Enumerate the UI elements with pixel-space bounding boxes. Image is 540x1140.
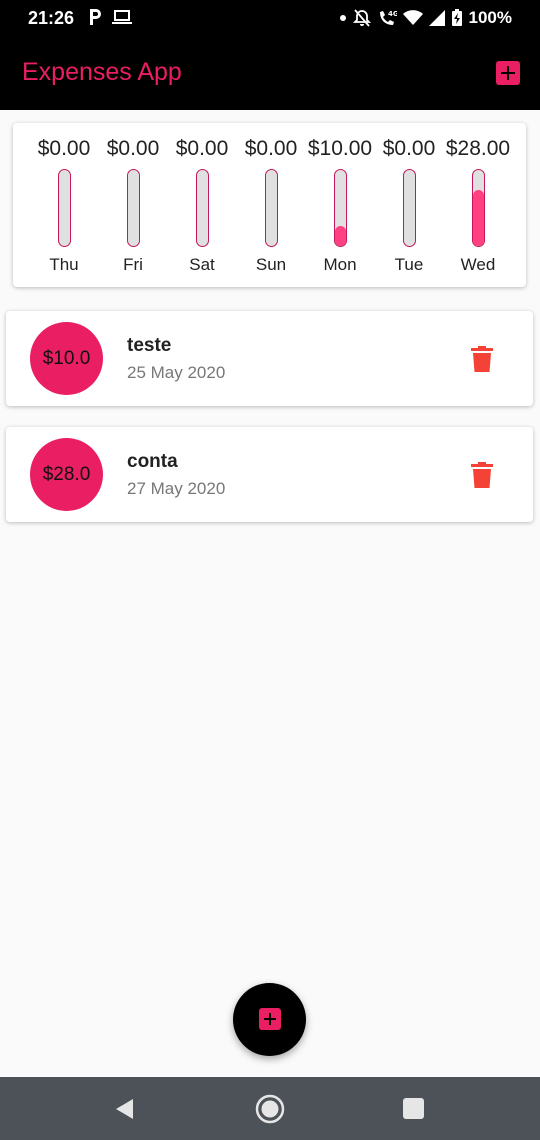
bar-day-label: Thu — [49, 255, 79, 274]
wifi-icon — [402, 10, 423, 25]
chart-bar-fri: $0.00 Fri — [100, 137, 166, 277]
chart-bar-sun: $0.00 Sun — [238, 137, 304, 277]
bar-day-label: Mon — [323, 255, 357, 274]
app-title: Expenses App — [22, 58, 182, 86]
weekly-chart-card: $0.00 Thu $0.00 Fri $0.00 Sat $0.00 Sun $10.00 Mo… — [13, 123, 526, 287]
expense-date: 25 May 2020 — [127, 363, 226, 382]
p-icon — [90, 9, 101, 25]
chart-bar-tue: $0.00 Tue — [376, 137, 442, 277]
dot-icon — [339, 15, 346, 21]
battery-percent: 100% — [468, 8, 512, 27]
bar-day-label: Sun — [255, 255, 287, 274]
bar-track — [196, 169, 209, 247]
chart-bar-mon: $10.00 Mon — [307, 137, 373, 277]
amount-text: $28.0 — [42, 463, 91, 485]
bar-track — [265, 169, 278, 247]
chart-bar-thu: $0.00 Thu — [31, 137, 97, 277]
laptop-icon — [112, 10, 132, 24]
svg-text:4G: 4G — [388, 10, 397, 18]
list-item: $10.0 teste 25 May 2020 — [6, 311, 533, 406]
amount-avatar: $10.0 — [30, 322, 103, 395]
amount-avatar: $28.0 — [30, 438, 103, 511]
bar-amount: $0.00 — [106, 137, 160, 160]
chart-bars: $0.00 Thu $0.00 Fri $0.00 Sat $0.00 Sun $10.00 Mo… — [31, 137, 511, 277]
delete-icon[interactable] — [471, 462, 493, 488]
navigation-bar — [0, 1077, 540, 1140]
bar-day-label: Tue — [394, 255, 424, 274]
bar-amount: $0.00 — [37, 137, 91, 160]
expense-title: teste — [127, 335, 172, 356]
bar-amount: $0.00 — [244, 137, 298, 160]
bar-track — [472, 169, 485, 247]
add-box-icon[interactable] — [496, 61, 520, 85]
call-4g-icon: 4G — [379, 10, 397, 25]
chart-bar-wed: $28.00 Wed — [445, 137, 511, 277]
back-icon[interactable] — [113, 1097, 137, 1121]
bar-amount: $10.00 — [307, 137, 373, 160]
chart-bar-sat: $0.00 Sat — [169, 137, 235, 277]
add-box-icon — [259, 1008, 281, 1030]
bar-fill — [335, 226, 346, 246]
signal-icon — [428, 10, 445, 26]
app-bar: Expenses App — [0, 36, 540, 110]
list-item: $28.0 conta 27 May 2020 — [6, 427, 533, 522]
bar-day-label: Wed — [460, 255, 496, 274]
expense-title: conta — [127, 451, 178, 472]
bar-amount: $0.00 — [175, 137, 229, 160]
bar-track — [127, 169, 140, 247]
home-icon[interactable] — [255, 1094, 285, 1124]
status-time: 21:26 — [28, 8, 75, 28]
delete-icon[interactable] — [471, 346, 493, 372]
amount-text: $10.0 — [42, 347, 91, 369]
bar-track — [403, 169, 416, 247]
bar-track — [334, 169, 347, 247]
bar-track — [58, 169, 71, 247]
bell-off-icon — [352, 9, 371, 27]
bar-amount: $28.00 — [445, 137, 511, 160]
bar-fill — [473, 190, 484, 246]
status-bar: 21:26 4G 100% — [0, 0, 540, 36]
bar-day-label: Fri — [123, 255, 143, 274]
recents-icon[interactable] — [403, 1098, 424, 1119]
battery-charging-icon — [451, 9, 462, 26]
bar-day-label: Sat — [189, 255, 215, 274]
expense-date: 27 May 2020 — [127, 479, 226, 498]
bar-amount: $0.00 — [382, 137, 436, 160]
add-expense-fab[interactable] — [233, 983, 306, 1056]
expense-list: $10.0 teste 25 May 2020 $28.0 conta 27 May 20… — [6, 311, 533, 543]
